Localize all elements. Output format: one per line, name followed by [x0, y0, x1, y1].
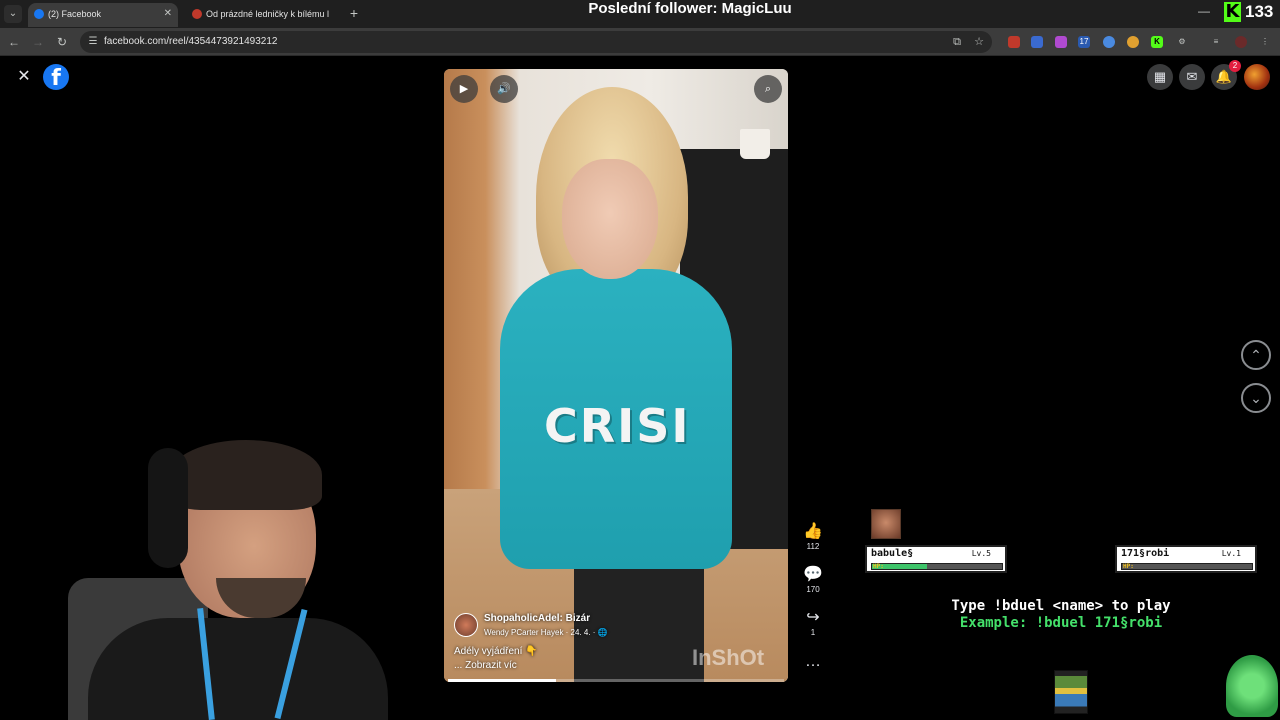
- duel-player-portrait: [871, 509, 901, 539]
- video-mug: [740, 129, 770, 159]
- kick-viewer-count: 133: [1245, 2, 1274, 21]
- page-favicon-icon: [192, 9, 202, 19]
- kick-viewer-badge: K 133: [1224, 0, 1273, 24]
- duel-player2-level: Lv.1: [1221, 549, 1241, 558]
- facebook-logo-icon[interactable]: f: [43, 64, 69, 90]
- see-more-link[interactable]: ... Zobrazit víc: [454, 660, 517, 671]
- tab-article[interactable]: Od prázdné ledničky k bílému l: [186, 3, 336, 27]
- duel-player2-hp-bar: HP:: [1121, 563, 1253, 570]
- reel-caption: Adély vyjádření 👇: [454, 646, 538, 657]
- tab-search-chevron-icon[interactable]: ⌄: [4, 5, 22, 23]
- extension-badge-icon[interactable]: 17: [1078, 36, 1090, 48]
- extension-blue-icon[interactable]: [1031, 36, 1043, 48]
- browser-toolbar: ← → ↻ ☰ facebook.com/reel/43544739214932…: [0, 28, 1280, 56]
- author-avatar[interactable]: [454, 613, 478, 637]
- comment-button[interactable]: 💬 170: [800, 565, 826, 595]
- extension-red-icon[interactable]: [1008, 36, 1020, 48]
- volume-button[interactable]: 🔊: [490, 75, 518, 103]
- tab-title: (2) Facebook: [48, 9, 102, 19]
- extension-circle-icon[interactable]: [1103, 36, 1115, 48]
- pixel-character-sprite: [1054, 670, 1088, 714]
- forward-arrow-icon[interactable]: →: [30, 34, 46, 50]
- reel-page-name[interactable]: ShopaholicAdel: Bizár: [484, 613, 590, 624]
- site-info-icon[interactable]: ☰: [87, 36, 99, 48]
- like-thumb-icon: 👍: [803, 523, 823, 540]
- share-button[interactable]: ↪ 1: [800, 608, 826, 638]
- browser-menu-icon[interactable]: ⋮: [1259, 36, 1271, 48]
- hp-label: HP:: [1123, 563, 1134, 570]
- messenger-icon[interactable]: ✉: [1179, 64, 1205, 90]
- video-person-face: [562, 159, 658, 279]
- close-reel-icon[interactable]: ✕: [12, 65, 36, 89]
- account-avatar[interactable]: [1244, 64, 1270, 90]
- comment-count: 170: [806, 585, 820, 594]
- play-button[interactable]: ▶: [450, 75, 478, 103]
- new-tab-plus-icon[interactable]: +: [346, 5, 362, 21]
- duel-player2-name: 171§robi: [1121, 548, 1170, 559]
- more-dots-icon: …: [805, 653, 821, 670]
- comment-bubble-icon: 💬: [803, 566, 823, 583]
- duel-example: Example: !bduel 171§robi: [959, 615, 1163, 631]
- install-app-icon[interactable]: ⧉: [950, 35, 964, 49]
- media-control-icon[interactable]: ≡: [1210, 36, 1222, 48]
- url-text[interactable]: facebook.com/reel/4354473921493212: [104, 31, 277, 53]
- back-arrow-icon[interactable]: ←: [6, 34, 22, 50]
- address-bar[interactable]: ☰ facebook.com/reel/4354473921493212 ⧉ ☆: [80, 31, 992, 53]
- duel-instructions: Type !bduel <name> to play: [951, 598, 1171, 614]
- video-progress-fill: [448, 679, 556, 682]
- profile-avatar-icon[interactable]: [1235, 36, 1247, 48]
- like-count: 112: [806, 542, 820, 551]
- tab-title: Od prázdné ledničky k bílému l: [206, 9, 330, 19]
- share-arrow-icon: ↪: [806, 609, 820, 626]
- reel-author-line: Wendy PCarter Hayek · 24. 4. · 🌐: [484, 628, 608, 637]
- video-progress-bar[interactable]: [448, 679, 784, 682]
- browser-tab-strip: ⌄ (2) Facebook ✕ Od prázdné ledničky k b…: [0, 0, 1280, 28]
- bookmark-star-icon[interactable]: ☆: [972, 35, 986, 49]
- duel-player2-card: 171§robi Lv.1 HP:: [1115, 545, 1257, 573]
- extension-colorwheel-icon[interactable]: [1127, 36, 1139, 48]
- streamer-webcam: [48, 428, 390, 720]
- reel-date: · 24. 4. ·: [565, 628, 596, 637]
- inshot-watermark: InShOt: [692, 645, 765, 670]
- reload-icon[interactable]: ↻: [54, 34, 70, 50]
- duel-player1-level: Lv.5: [971, 549, 991, 558]
- hoodie-print-text: CRISI: [544, 399, 691, 453]
- kick-logo-icon: K: [1224, 1, 1241, 22]
- close-tab-icon[interactable]: ✕: [164, 3, 172, 25]
- extension-badge-count: 17: [1079, 37, 1089, 46]
- webcam-shirt: [88, 618, 388, 720]
- extension-purple-icon[interactable]: [1055, 36, 1067, 48]
- duel-player1-name: babule§: [871, 548, 914, 559]
- previous-reel-chevron-up-icon[interactable]: ⌃: [1241, 340, 1271, 370]
- window-minimize-icon[interactable]: —: [1198, 4, 1210, 18]
- search-icon[interactable]: ⌕: [754, 75, 782, 103]
- globe-icon: 🌐: [597, 628, 608, 637]
- extension-kick-icon[interactable]: K: [1151, 36, 1163, 48]
- share-count: 1: [810, 628, 816, 637]
- extensions-puzzle-icon[interactable]: ⚙: [1176, 36, 1188, 48]
- reel-video[interactable]: CRISI ▶ 🔊 ⌕ InShOt ShopaholicAdel: Bizár…: [444, 69, 788, 682]
- webcam-headset: [148, 448, 188, 568]
- notification-count-badge: 2: [1229, 60, 1241, 72]
- duel-player1-hp-bar: HP:: [871, 563, 1003, 570]
- duel-player1-card: babule§ Lv.5 HP:: [865, 545, 1007, 573]
- like-button[interactable]: 👍 112: [800, 522, 826, 552]
- hp-label: HP:: [873, 563, 884, 570]
- menu-grid-icon[interactable]: ▦: [1147, 64, 1173, 90]
- stream-last-follower-title: Poslední follower: MagicLuu: [588, 0, 792, 17]
- pixel-plant-sprite: [1226, 655, 1278, 717]
- webcam-hair: [170, 440, 322, 510]
- next-reel-chevron-down-icon[interactable]: ⌄: [1241, 383, 1271, 413]
- reel-author[interactable]: Wendy PCarter Hayek: [484, 628, 563, 637]
- more-options-button[interactable]: …: [800, 652, 826, 672]
- tab-facebook[interactable]: (2) Facebook ✕: [28, 3, 178, 27]
- facebook-favicon-icon: [34, 9, 44, 19]
